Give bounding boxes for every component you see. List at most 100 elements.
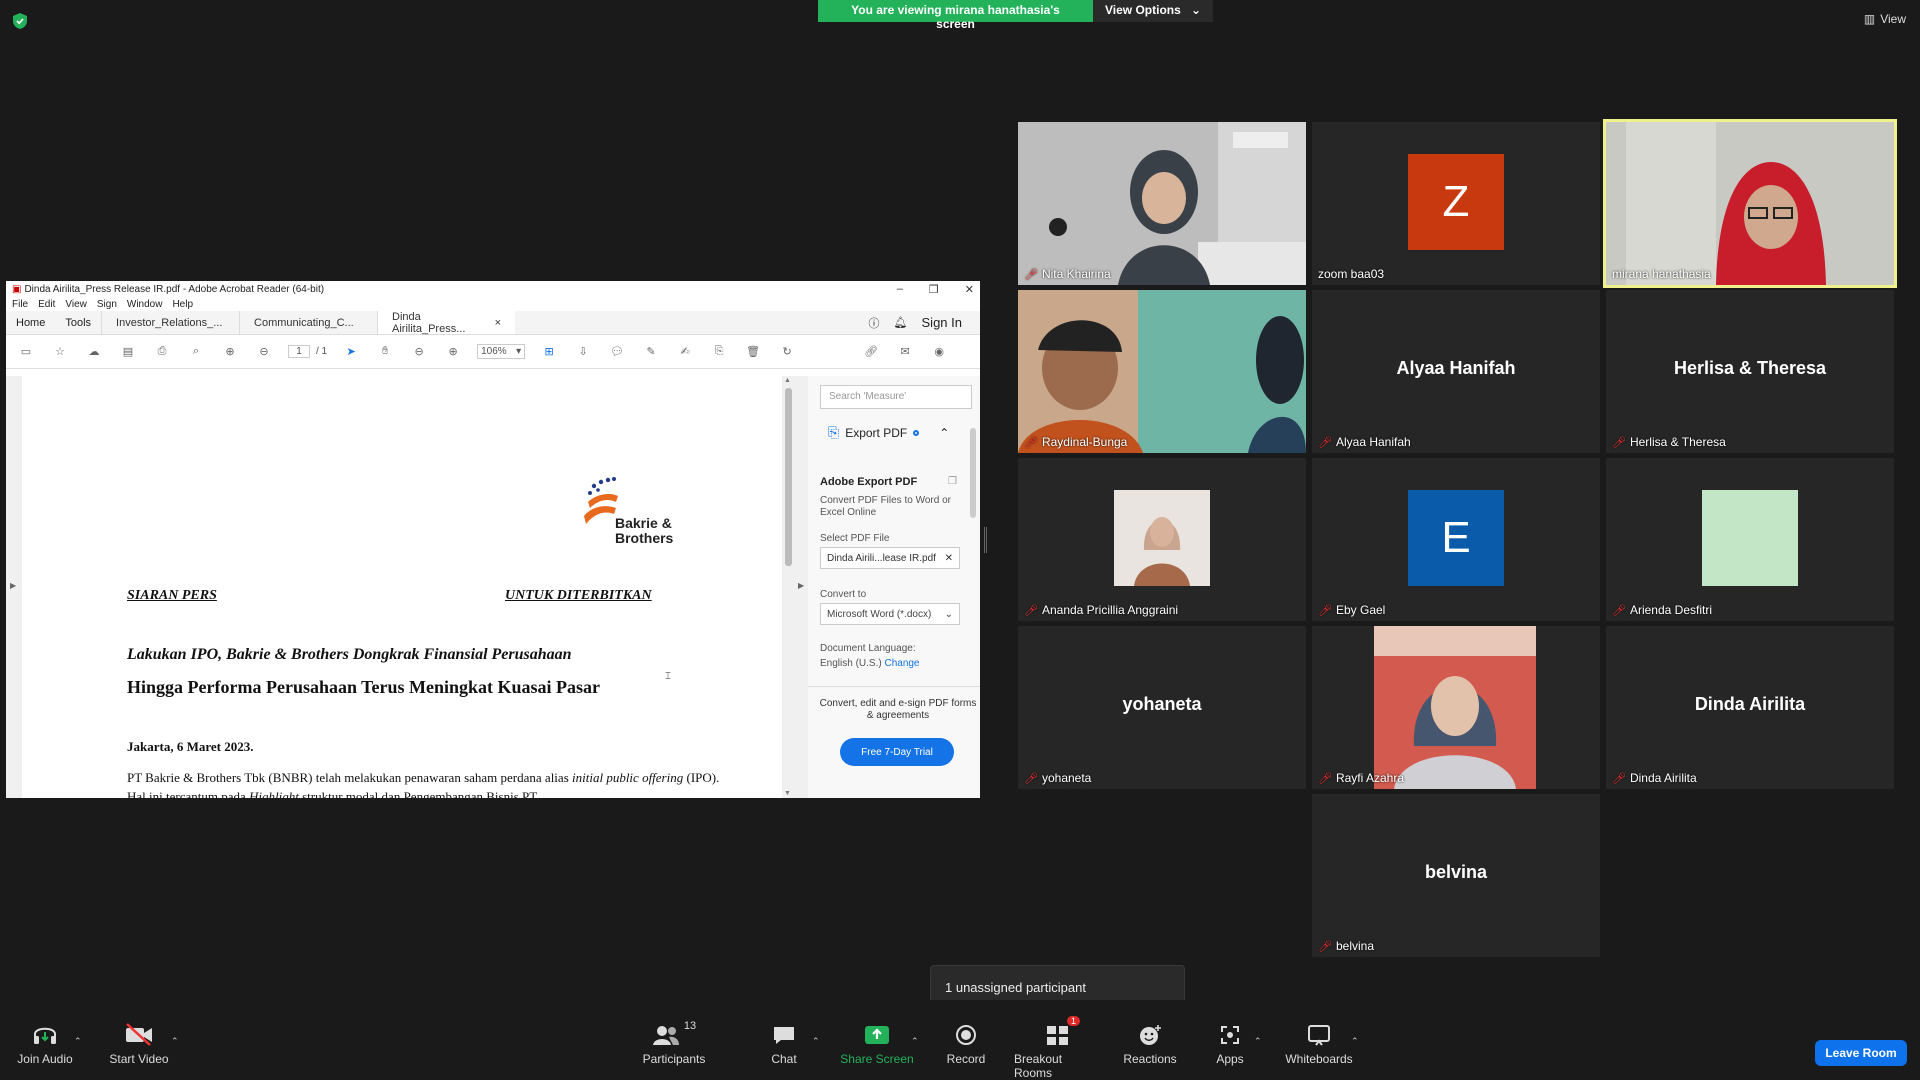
file-search-icon[interactable]: ▤	[118, 342, 138, 362]
save-icon[interactable]: ▭	[16, 342, 36, 362]
tab-tools[interactable]: Tools	[55, 311, 101, 334]
highlight-pen-icon[interactable]: ✎	[641, 342, 661, 362]
tab-dinda-press-release[interactable]: Dinda Airilita_Press... ×	[377, 311, 516, 335]
reactions-button[interactable]: Reactions	[1122, 1020, 1178, 1066]
export-pdf-header[interactable]: ⎘ Export PDF ⌃	[828, 424, 949, 441]
tab-investor-relations[interactable]: Investor_Relations_...	[101, 311, 239, 334]
chat-button[interactable]: Chat	[764, 1020, 804, 1066]
participant-name: Nita Khairina	[1041, 267, 1111, 281]
zoom-search-icon[interactable]: ⌕	[186, 342, 206, 362]
whiteboards-button[interactable]: Whiteboards	[1282, 1020, 1356, 1066]
minimize-icon[interactable]: –	[897, 283, 903, 296]
tab-home[interactable]: Home	[6, 311, 55, 334]
measure-search-input[interactable]: Search 'Measure'	[820, 385, 972, 409]
cloud-upload-icon[interactable]: ☁	[84, 342, 104, 362]
participant-tile[interactable]: Herlisa & Theresa 🎤︎ Herlisa & Theresa	[1606, 290, 1894, 453]
pdf-page[interactable]: Bakrie & Brothers SIARAN PERS UNTUK DITE…	[22, 376, 782, 798]
convert-format-select[interactable]: Microsoft Word (*.docx) ⌄	[820, 603, 960, 625]
sign-in-button[interactable]: Sign In	[922, 315, 962, 330]
apps-options-caret-icon[interactable]: ⌃	[1254, 1036, 1262, 1047]
scrollbar-thumb[interactable]	[785, 388, 792, 566]
record-button[interactable]: Record	[946, 1020, 986, 1066]
right-pane-toggle[interactable]: ▶	[794, 376, 808, 798]
link-icon[interactable]: 🔗︎	[861, 342, 881, 362]
participants-button[interactable]: 13 Participants	[640, 1020, 708, 1066]
share-options-caret-icon[interactable]: ⌃	[911, 1036, 919, 1047]
menu-edit[interactable]: Edit	[38, 299, 55, 310]
share-screen-button[interactable]: Share Screen	[840, 1020, 914, 1066]
zoom-out-icon[interactable]: ⊖	[409, 342, 429, 362]
scroll-down-icon[interactable]: ▼	[784, 790, 791, 797]
rotate-icon[interactable]: ↻	[777, 342, 797, 362]
whiteboard-options-caret-icon[interactable]: ⌃	[1351, 1036, 1359, 1047]
panel-scrollbar[interactable]	[970, 418, 978, 678]
menu-help[interactable]: Help	[172, 299, 193, 310]
select-cursor-icon[interactable]: ➤	[341, 342, 361, 362]
account-icon[interactable]: ◉	[929, 342, 949, 362]
participant-tile[interactable]: Dinda Airilita 🎤︎ Dinda Airilita	[1606, 626, 1894, 789]
split-view-handle[interactable]	[984, 527, 987, 553]
help-icon[interactable]: ⓘ	[869, 315, 880, 331]
view-layout-button[interactable]: ▥ View	[1864, 12, 1906, 26]
chevron-up-icon[interactable]: ⌃	[939, 426, 949, 440]
participant-tile[interactable]: belvina 🎤︎ belvina	[1312, 794, 1600, 957]
page-down-icon[interactable]: ⊖	[254, 342, 274, 362]
muted-mic-icon: 🎤︎	[1612, 604, 1626, 617]
zoom-in-icon[interactable]: ⊕	[443, 342, 463, 362]
menu-sign[interactable]: Sign	[97, 299, 117, 310]
security-shield-icon[interactable]	[12, 12, 28, 30]
clear-file-icon[interactable]: ✕	[945, 553, 953, 564]
chat-options-caret-icon[interactable]: ⌃	[812, 1036, 820, 1047]
view-options-button[interactable]: View Options ⌄	[1093, 0, 1213, 22]
left-pane-toggle[interactable]: ▶	[6, 376, 22, 798]
page-up-icon[interactable]: ⊕	[220, 342, 240, 362]
participant-tile-active-speaker[interactable]: mirana hanathasia	[1603, 119, 1897, 288]
breakout-badge: 1	[1066, 1016, 1080, 1026]
participant-tile[interactable]: yohaneta 🎤︎ yohaneta	[1018, 626, 1306, 789]
tab-communicating[interactable]: Communicating_C...	[239, 311, 377, 334]
scroll-mode-icon[interactable]: ⇩	[573, 342, 593, 362]
comment-icon[interactable]: 💬︎	[607, 342, 627, 362]
select-pdf-link[interactable]: Select PDF File	[820, 533, 960, 545]
zoom-level-select[interactable]: 106% ▾	[477, 344, 526, 359]
delete-icon[interactable]: 🗑︎	[743, 342, 763, 362]
audio-options-caret-icon[interactable]: ⌃	[74, 1036, 82, 1047]
participant-tile[interactable]: 🎤︎ Arienda Desfitri	[1606, 458, 1894, 621]
fit-page-icon[interactable]: ⊞	[539, 342, 559, 362]
page-number-input[interactable]: 1	[288, 345, 310, 358]
mail-icon[interactable]: ✉	[895, 342, 915, 362]
participant-tile[interactable]: 🎤︎ Ananda Pricillia Anggraini	[1018, 458, 1306, 621]
restore-icon[interactable]: ❐	[929, 283, 939, 296]
participant-tile[interactable]: 🎤︎ Rayfi Azahra	[1312, 626, 1600, 789]
apps-button[interactable]: Apps	[1210, 1020, 1250, 1066]
apps-label: Apps	[1216, 1052, 1244, 1066]
menu-file[interactable]: File	[12, 299, 28, 310]
join-audio-button[interactable]: Join Audio	[14, 1020, 76, 1066]
bell-icon[interactable]: 🔔︎	[894, 316, 908, 329]
free-trial-button[interactable]: Free 7-Day Trial	[840, 738, 954, 766]
copy-icon[interactable]: ❐	[948, 476, 957, 487]
stamp-icon[interactable]: ⎘	[709, 342, 729, 362]
video-options-caret-icon[interactable]: ⌃	[171, 1036, 179, 1047]
participant-tile[interactable]: 🎤︎ Raydinal-Bunga	[1018, 290, 1306, 453]
hand-tool-icon[interactable]: ✋︎	[375, 342, 395, 362]
menu-view[interactable]: View	[65, 299, 87, 310]
close-icon[interactable]: ✕	[965, 283, 974, 296]
start-video-button[interactable]: Start Video	[106, 1020, 172, 1066]
leave-room-button[interactable]: Leave Room	[1815, 1040, 1907, 1066]
scroll-up-icon[interactable]: ▲	[784, 377, 791, 384]
selected-file-field[interactable]: Dinda Airili...lease IR.pdf ✕	[820, 547, 960, 569]
menu-window[interactable]: Window	[127, 299, 163, 310]
pdf-scrollbar[interactable]: ▲ ▼	[782, 376, 794, 798]
participant-tile[interactable]: Z zoom baa03	[1312, 122, 1600, 285]
participant-tile[interactable]: E 🎤︎ Eby Gael	[1312, 458, 1600, 621]
star-icon[interactable]: ☆	[50, 342, 70, 362]
tab-close-icon[interactable]: ×	[495, 317, 501, 329]
participant-tile[interactable]: 🎤︎ Nita Khairina	[1018, 122, 1306, 285]
print-icon[interactable]: ⎙	[152, 342, 172, 362]
shared-screen-acrobat[interactable]: ▣ Dinda Airilita_Press Release IR.pdf - …	[6, 281, 980, 798]
sign-icon[interactable]: ✍	[675, 342, 695, 362]
change-language-link[interactable]: Change	[884, 658, 919, 669]
participant-tile[interactable]: Alyaa Hanifah 🎤︎ Alyaa Hanifah	[1312, 290, 1600, 453]
breakout-rooms-button[interactable]: 1 Breakout Rooms	[1014, 1016, 1102, 1080]
